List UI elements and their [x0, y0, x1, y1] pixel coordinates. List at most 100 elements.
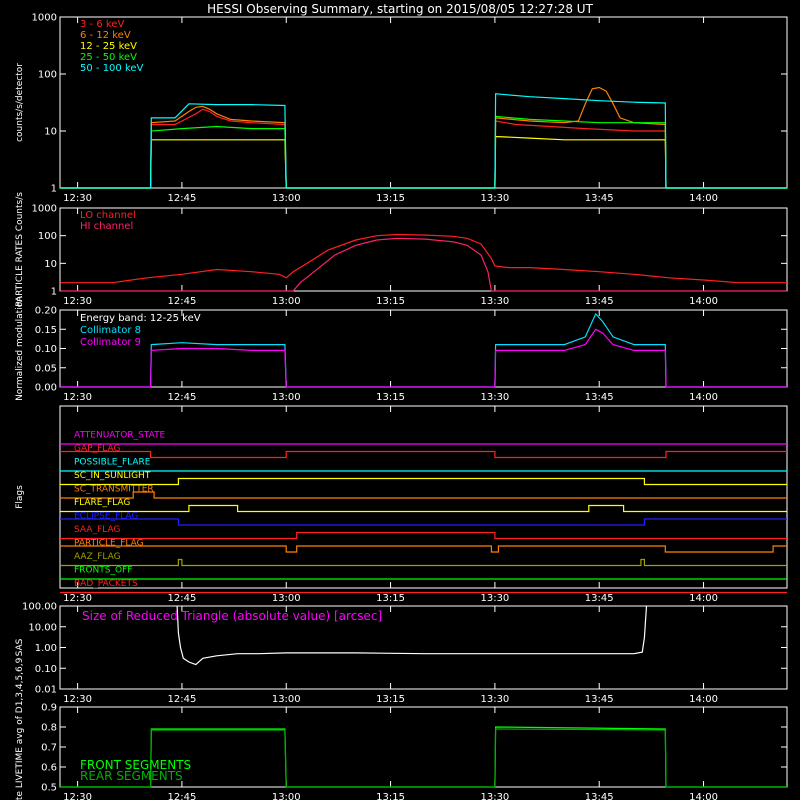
y-tick-label: 1 — [51, 184, 57, 195]
y-tick-label: 0.6 — [41, 763, 57, 774]
x-tick-label: 12:45 — [168, 392, 197, 403]
y-axis-label: Normalized modulation — [15, 296, 25, 401]
x-tick-label: 13:15 — [376, 392, 405, 403]
legend-entry: 50 - 100 keV — [80, 63, 144, 74]
flag-label: FLARE_FLAG — [74, 498, 130, 508]
x-tick-label: 14:00 — [689, 392, 718, 403]
y-tick-label: 100 — [38, 231, 57, 242]
x-tick-label: 12:30 — [63, 593, 92, 604]
x-tick-label: 13:15 — [376, 792, 405, 800]
legend-entry: 12 - 25 keV — [80, 41, 137, 52]
flag-line-1 — [60, 450, 787, 459]
y-axis-label: Flags — [15, 485, 25, 509]
y-tick-label: 100 — [38, 70, 57, 81]
series-line-4 — [60, 93, 787, 189]
flag-line-9 — [60, 558, 787, 567]
flag-label: GAP_FLAG — [74, 444, 120, 454]
y-axis-label: counts/s/detector — [15, 63, 25, 142]
series-line-3 — [60, 115, 787, 189]
panel-frame — [59, 405, 788, 589]
y-tick-label: 10 — [44, 127, 57, 138]
flag-label: ECLIPSE_FLAG — [74, 512, 138, 522]
series-line-0 — [60, 312, 787, 388]
y-tick-label: 1000 — [32, 13, 57, 24]
x-tick-label: 13:45 — [585, 593, 614, 604]
y-tick-label: 0.20 — [35, 306, 57, 317]
series-line-1 — [60, 237, 787, 292]
legend-entry: HI channel — [80, 221, 133, 232]
y-tick-label: 0.10 — [35, 664, 57, 675]
flag-label: AAZ_FLAG — [74, 552, 121, 562]
x-tick-label: 12:30 — [63, 694, 92, 705]
flag-label: POSSIBLE_FLARE — [74, 458, 151, 468]
x-tick-label: 13:30 — [480, 792, 509, 800]
x-tick-label: 12:30 — [63, 792, 92, 800]
series-line-1 — [60, 86, 787, 189]
y-tick-label: 1 — [51, 287, 57, 298]
flag-line-4 — [60, 491, 787, 499]
legend-entry: 3 - 6 keV — [80, 19, 124, 30]
x-tick-label: 13:00 — [272, 694, 301, 705]
panel-flags: 12:30 12:45 13:00 13:15 13:30 13:45 14:00 Flags… — [15, 405, 788, 604]
flag-line-6 — [60, 518, 787, 526]
y-tick-label: 0.10 — [35, 344, 57, 355]
y-tick-label: 0.01 — [35, 685, 57, 696]
modulation-annotation: Energy band: 12-25 keV — [80, 313, 201, 324]
y-tick-label: 0.8 — [41, 723, 57, 734]
x-tick-label: 12:30 — [63, 296, 92, 307]
flag-label: SAA_FLAG — [74, 525, 120, 535]
x-tick-label: 14:00 — [689, 792, 718, 800]
flag-line-8 — [60, 545, 787, 553]
x-tick-label: 13:00 — [272, 193, 301, 204]
flag-label: ATTENUATOR_STATE — [74, 431, 166, 441]
y-tick-label: 0.05 — [35, 363, 57, 374]
x-tick-label: 14:00 — [689, 593, 718, 604]
x-tick-label: 13:15 — [376, 694, 405, 705]
y-axis-label: PARTICLE RATES Counts/s — [15, 192, 25, 307]
flag-label: SC_IN_SUNLIGHT — [74, 471, 151, 481]
x-tick-label: 14:00 — [689, 694, 718, 705]
flag-label: FRONTS_OFF — [74, 566, 132, 576]
x-tick-label: 12:30 — [63, 193, 92, 204]
x-tick-label: 13:45 — [585, 792, 614, 800]
x-tick-label: 13:30 — [480, 193, 509, 204]
hessi-summary-figure: HESSI Observing Summary, starting on 201… — [15, 2, 788, 800]
x-tick-label: 13:45 — [585, 694, 614, 705]
legend-entry: 6 - 12 keV — [80, 30, 131, 41]
panel-counts: 12:30 12:45 13:00 13:15 13:30 13:45 14:00 count… — [15, 13, 788, 204]
sas-annotation: Size of Reduced Triangle (absolute value… — [82, 609, 382, 623]
figure-title: HESSI Observing Summary, starting on 201… — [207, 2, 593, 16]
series-line-1 — [60, 328, 787, 388]
y-tick-label: 0.7 — [41, 743, 57, 754]
legend-entry: Collimator 9 — [80, 337, 141, 348]
x-tick-label: 13:30 — [480, 392, 509, 403]
legend-entry: Collimator 8 — [80, 325, 141, 336]
panel-livetime: 12:30 12:45 13:00 13:15 13:30 13:45 14:00 Mon. … — [15, 657, 788, 800]
x-tick-label: 13:15 — [376, 296, 405, 307]
legend-entry: REAR SEGMENTS — [80, 769, 183, 783]
y-tick-label: 0.00 — [35, 383, 57, 394]
flag-label: PARTICLE_FLAG — [74, 539, 144, 549]
flag-line-3 — [60, 477, 787, 486]
x-tick-label: 12:45 — [168, 296, 197, 307]
x-tick-label: 13:30 — [480, 296, 509, 307]
x-tick-label: 13:15 — [376, 593, 405, 604]
legend-entry: 25 - 50 keV — [80, 52, 137, 63]
panel-modulation: 12:30 12:45 13:00 13:15 13:30 13:45 14:00 Norma… — [15, 296, 788, 403]
x-tick-label: 14:00 — [689, 193, 718, 204]
y-tick-label: 0.15 — [35, 325, 57, 336]
x-tick-label: 13:00 — [272, 593, 301, 604]
panel-frame — [59, 16, 788, 189]
y-tick-label: 0.9 — [41, 703, 57, 714]
x-tick-label: 13:00 — [272, 392, 301, 403]
x-tick-label: 13:00 — [272, 296, 301, 307]
x-tick-label: 12:45 — [168, 694, 197, 705]
flag-line-7 — [60, 531, 787, 540]
series-line-0 — [60, 233, 787, 284]
series-line-2 — [60, 135, 787, 189]
x-tick-label: 12:45 — [168, 792, 197, 800]
x-tick-label: 14:00 — [689, 296, 718, 307]
y-axis-label: SAS — [15, 638, 25, 656]
y-tick-label: 100.00 — [22, 602, 57, 613]
x-tick-label: 13:45 — [585, 296, 614, 307]
